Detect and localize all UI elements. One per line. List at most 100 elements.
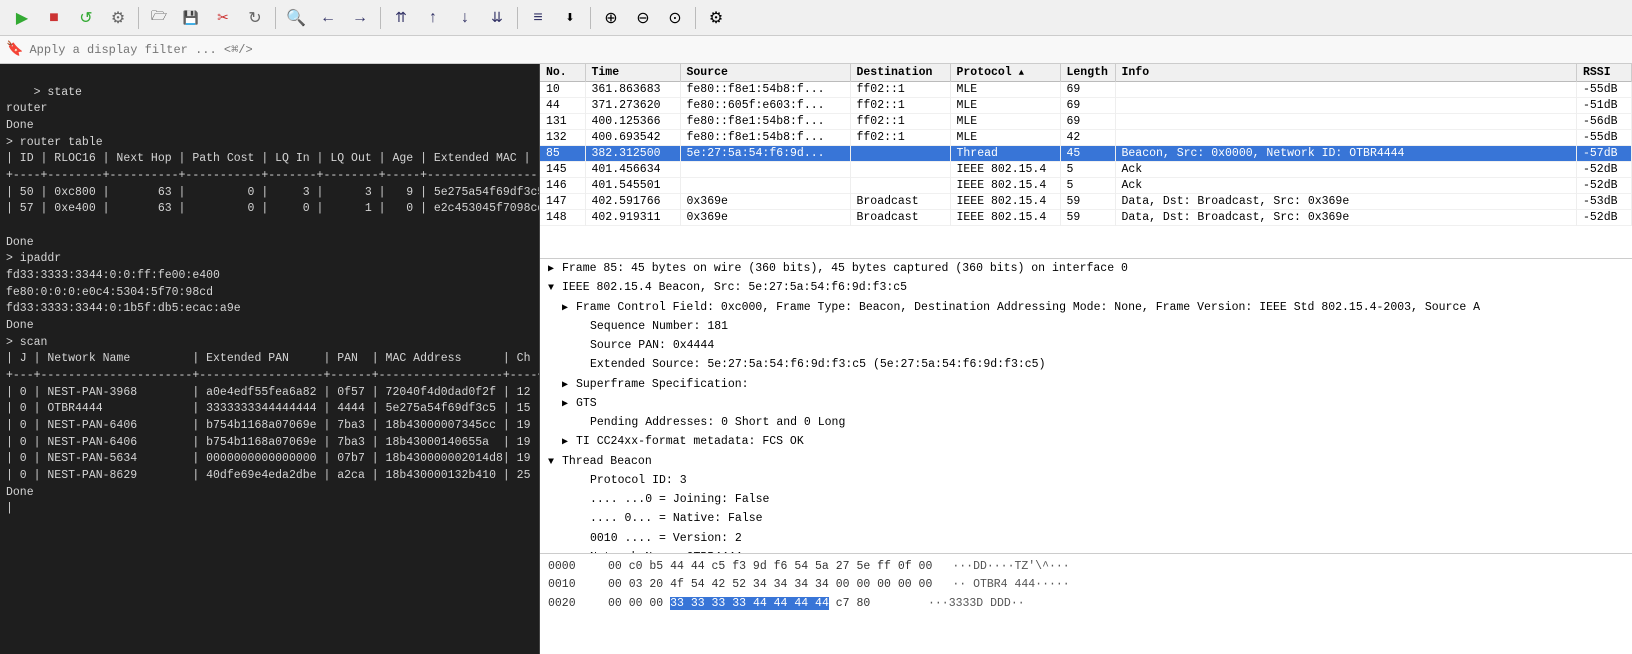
col-source[interactable]: Source xyxy=(680,64,850,82)
open-file-button[interactable]: 🗁 xyxy=(145,4,173,32)
autoscroll-button[interactable]: ⬇ xyxy=(556,4,584,32)
packet-list[interactable]: No. Time Source Destination Protocol ▲ L… xyxy=(540,64,1632,259)
go-first-button[interactable]: ⇈ xyxy=(387,4,415,32)
table-cell: Ack xyxy=(1115,162,1577,178)
col-rssi[interactable]: RSSI xyxy=(1577,64,1632,82)
stop-capture-button[interactable]: ■ xyxy=(40,4,68,32)
table-row[interactable]: 44371.273620fe80::605f:e603:f...ff02::1M… xyxy=(540,98,1632,114)
table-cell: 69 xyxy=(1060,114,1115,130)
hex-offset: 0010 xyxy=(548,576,588,594)
hex-bytes: 00 c0 b5 44 44 c5 f3 9d f6 54 5a 27 5e f… xyxy=(608,558,932,576)
table-cell: -57dB xyxy=(1577,146,1632,162)
packet-table-body: 10361.863683fe80::f8e1:54b8:f...ff02::1M… xyxy=(540,82,1632,226)
detail-line[interactable]: ▼Thread Beacon xyxy=(540,452,1632,471)
detail-line[interactable]: Source PAN: 0x4444 xyxy=(540,336,1632,355)
col-length[interactable]: Length xyxy=(1060,64,1115,82)
table-row[interactable]: 132400.693542fe80::f8e1:54b8:f...ff02::1… xyxy=(540,130,1632,146)
table-cell: 132 xyxy=(540,130,585,146)
table-cell: Broadcast xyxy=(850,194,950,210)
detail-line[interactable]: ▶Frame 85: 45 bytes on wire (360 bits), … xyxy=(540,259,1632,278)
table-row[interactable]: 131400.125366fe80::f8e1:54b8:f...ff02::1… xyxy=(540,114,1632,130)
table-cell: MLE xyxy=(950,82,1060,98)
settings-button[interactable]: ⚙ xyxy=(702,4,730,32)
table-cell: 42 xyxy=(1060,130,1115,146)
table-cell: 371.273620 xyxy=(585,98,680,114)
reload-button[interactable]: ↻ xyxy=(241,4,269,32)
collapse-icon[interactable]: ▼ xyxy=(548,281,562,296)
hex-highlight: 33 33 33 33 44 44 44 44 xyxy=(670,597,829,610)
expand-icon[interactable]: ▶ xyxy=(562,378,576,393)
go-next-button[interactable]: ↓ xyxy=(451,4,479,32)
zoom-reset-button[interactable]: ⊙ xyxy=(661,4,689,32)
table-cell: 85 xyxy=(540,146,585,162)
expand-icon[interactable]: ▶ xyxy=(562,301,576,316)
separator-4 xyxy=(517,7,518,29)
table-row[interactable]: 147402.5917660x369eBroadcastIEEE 802.15.… xyxy=(540,194,1632,210)
colorize-button[interactable]: ≡ xyxy=(524,4,552,32)
zoom-out-button[interactable]: ⊖ xyxy=(629,4,657,32)
detail-line[interactable]: ▼IEEE 802.15.4 Beacon, Src: 5e:27:5a:54:… xyxy=(540,278,1632,297)
col-protocol[interactable]: Protocol ▲ xyxy=(950,64,1060,82)
table-row[interactable]: 145401.456634IEEE 802.15.45Ack-52dB xyxy=(540,162,1632,178)
table-cell: 401.545501 xyxy=(585,178,680,194)
table-row[interactable]: 10361.863683fe80::f8e1:54b8:f...ff02::1M… xyxy=(540,82,1632,98)
table-cell: 148 xyxy=(540,210,585,226)
table-row[interactable]: 85382.3125005e:27:5a:54:f6:9d...Thread45… xyxy=(540,146,1632,162)
capture-options-button[interactable]: ⚙ xyxy=(104,4,132,32)
save-file-button[interactable]: 💾 xyxy=(177,4,205,32)
table-cell: 45 xyxy=(1060,146,1115,162)
detail-line[interactable]: ▶TI CC24xx-format metadata: FCS OK xyxy=(540,432,1632,451)
restart-capture-button[interactable]: ↺ xyxy=(72,4,100,32)
detail-line[interactable]: Protocol ID: 3 xyxy=(540,471,1632,490)
expand-icon[interactable]: ▶ xyxy=(562,435,576,450)
col-destination[interactable]: Destination xyxy=(850,64,950,82)
detail-line[interactable]: Extended Source: 5e:27:5a:54:f6:9d:f3:c5… xyxy=(540,355,1632,374)
detail-line[interactable]: Pending Addresses: 0 Short and 0 Long xyxy=(540,413,1632,432)
detail-line[interactable]: ▶Frame Control Field: 0xc000, Frame Type… xyxy=(540,298,1632,317)
table-cell: 146 xyxy=(540,178,585,194)
table-cell: 10 xyxy=(540,82,585,98)
go-last-button[interactable]: ⇊ xyxy=(483,4,511,32)
detail-line[interactable]: .... ...0 = Joining: False xyxy=(540,490,1632,509)
detail-line[interactable]: 0010 .... = Version: 2 xyxy=(540,529,1632,548)
col-info[interactable]: Info xyxy=(1115,64,1577,82)
detail-line[interactable]: ▶GTS xyxy=(540,394,1632,413)
table-cell: 402.919311 xyxy=(585,210,680,226)
filter-bar: 🔖 xyxy=(0,36,1632,64)
separator-3 xyxy=(380,7,381,29)
expand-icon[interactable]: ▶ xyxy=(548,262,562,277)
detail-line[interactable]: ▶Superframe Specification: xyxy=(540,375,1632,394)
table-cell: 0x369e xyxy=(680,194,850,210)
go-back-button[interactable]: ← xyxy=(314,4,342,32)
detail-text: Protocol ID: 3 xyxy=(590,474,687,487)
close-file-button[interactable]: ✂ xyxy=(209,4,237,32)
go-forward-button[interactable]: → xyxy=(346,4,374,32)
hex-line: 001000 03 20 4f 54 42 52 34 34 34 34 00 … xyxy=(548,576,1624,594)
find-button[interactable]: 🔍 xyxy=(282,4,310,32)
col-no[interactable]: No. xyxy=(540,64,585,82)
go-prev-button[interactable]: ↑ xyxy=(419,4,447,32)
terminal-panel[interactable]: > state router Done > router table | ID … xyxy=(0,64,540,654)
table-cell: fe80::f8e1:54b8:f... xyxy=(680,82,850,98)
zoom-in-button[interactable]: ⊕ xyxy=(597,4,625,32)
hex-offset: 0020 xyxy=(548,595,588,613)
detail-text: Pending Addresses: 0 Short and 0 Long xyxy=(590,416,845,429)
packet-detail[interactable]: ▶Frame 85: 45 bytes on wire (360 bits), … xyxy=(540,259,1632,554)
terminal-content: > state router Done > router table | ID … xyxy=(6,86,540,516)
table-row[interactable]: 146401.545501IEEE 802.15.45Ack-52dB xyxy=(540,178,1632,194)
detail-line[interactable]: .... 0... = Native: False xyxy=(540,509,1632,528)
filter-input[interactable] xyxy=(29,43,1626,57)
collapse-icon[interactable]: ▼ xyxy=(548,455,562,470)
table-row[interactable]: 148402.9193110x369eBroadcastIEEE 802.15.… xyxy=(540,210,1632,226)
separator-2 xyxy=(275,7,276,29)
table-cell xyxy=(850,178,950,194)
start-capture-button[interactable]: ▶ xyxy=(8,4,36,32)
detail-line[interactable]: Sequence Number: 181 xyxy=(540,317,1632,336)
table-cell: Ack xyxy=(1115,178,1577,194)
table-cell: IEEE 802.15.4 xyxy=(950,162,1060,178)
col-time[interactable]: Time xyxy=(585,64,680,82)
hex-bytes: 00 00 00 33 33 33 33 44 44 44 44 c7 80 xyxy=(608,595,908,613)
expand-icon[interactable]: ▶ xyxy=(562,397,576,412)
table-cell: fe80::f8e1:54b8:f... xyxy=(680,114,850,130)
no-expand xyxy=(576,358,590,373)
